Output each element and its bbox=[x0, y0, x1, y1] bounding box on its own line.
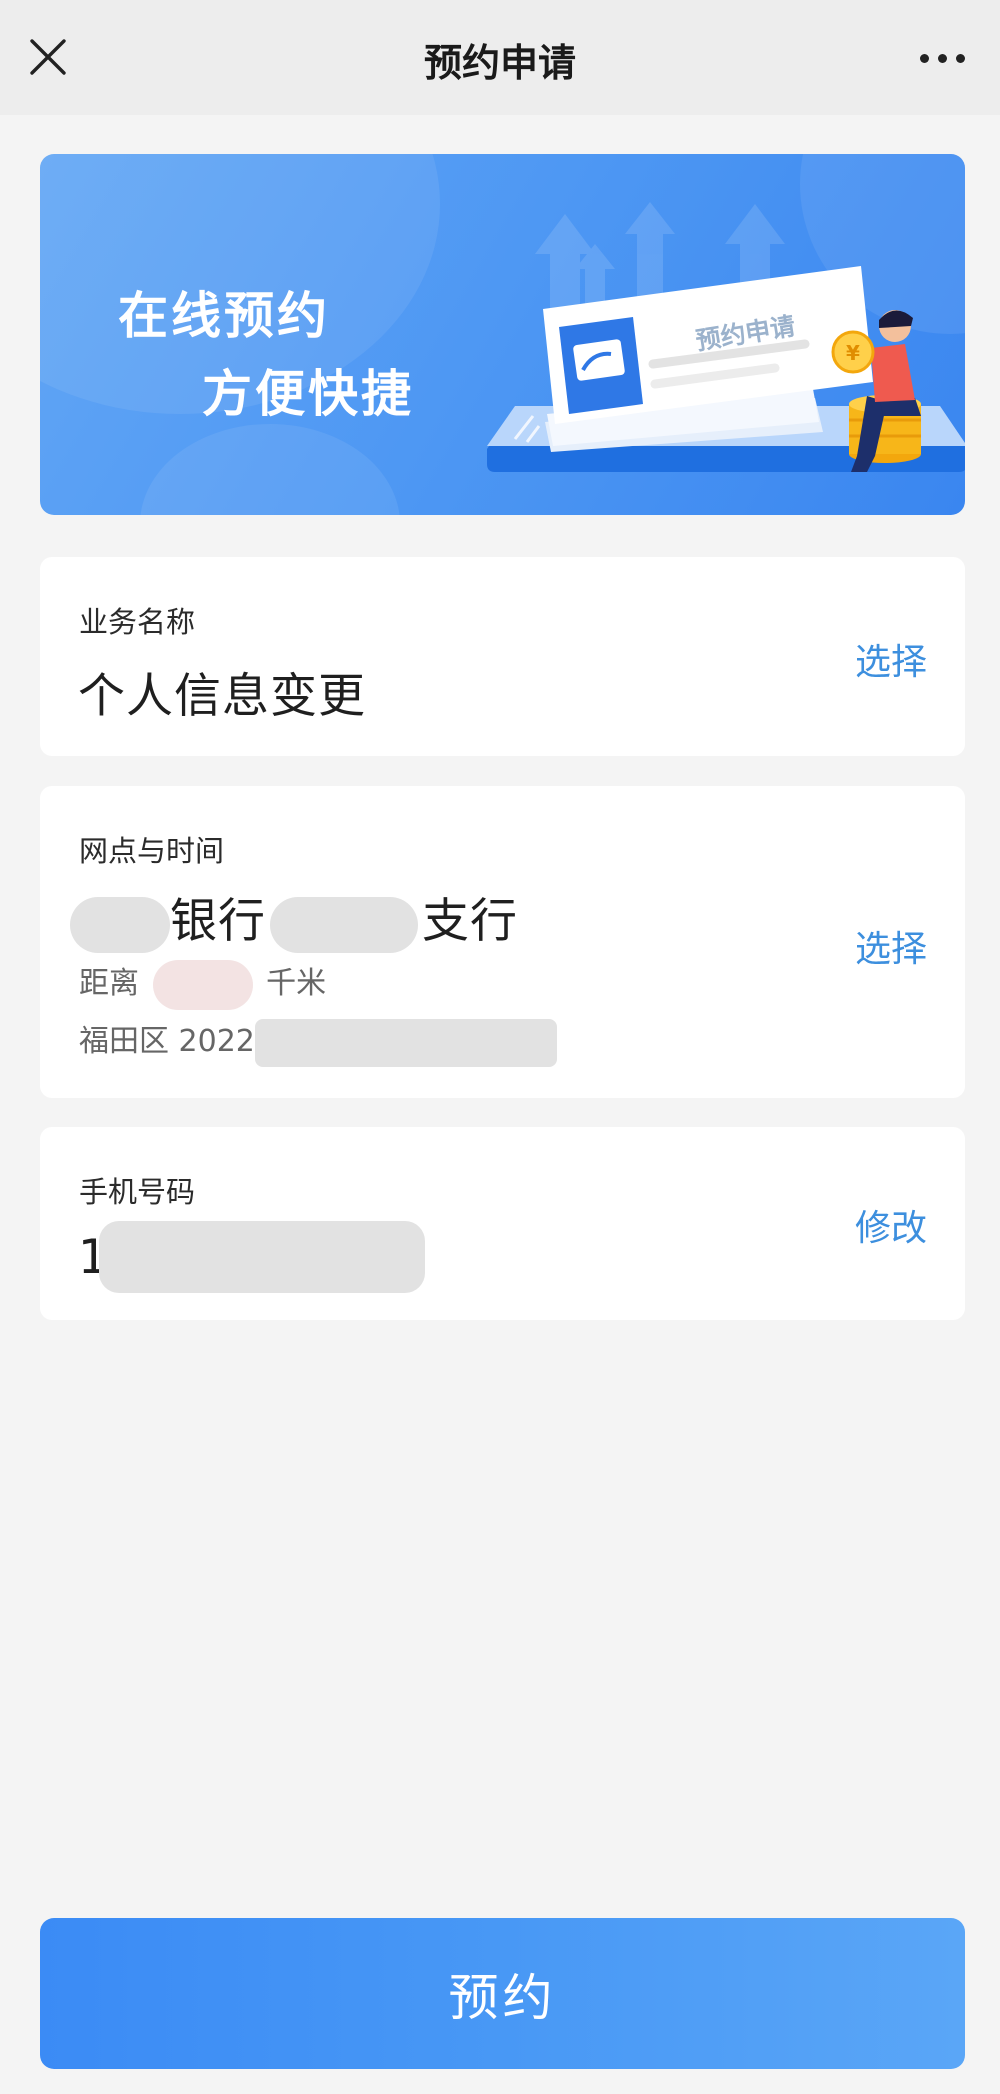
redacted-text bbox=[98, 1221, 425, 1293]
page-title: 预约申请 bbox=[423, 41, 576, 85]
coin-symbol: ¥ bbox=[846, 341, 860, 365]
branch-name: 银行 支行 bbox=[70, 882, 518, 953]
phone-value: 1 bbox=[78, 1221, 425, 1293]
business-select-button[interactable]: 选择 bbox=[855, 633, 927, 685]
submit-button[interactable]: 预约 bbox=[40, 1918, 965, 2069]
banner-slogan-line1: 在线预约 bbox=[118, 287, 330, 345]
redacted-text bbox=[254, 1018, 557, 1067]
promo-banner: 在线预约 方便快捷 ¥ 预约申请 bbox=[40, 154, 965, 515]
branch-name-part1: 银行 bbox=[170, 894, 266, 949]
address-prefix: 福田区 2022 bbox=[79, 1024, 255, 1059]
branch-distance: 距离 千米 bbox=[79, 958, 326, 1010]
business-value: 个人信息变更 bbox=[78, 669, 366, 724]
branch-card[interactable]: 网点与时间 银行 支行 距离 千米 福田区 2022 选择 bbox=[40, 786, 965, 1098]
phone-edit-button[interactable]: 修改 bbox=[855, 1199, 927, 1251]
distance-prefix: 距离 bbox=[79, 966, 139, 1001]
appointment-illustration: ¥ 预约申请 bbox=[475, 184, 965, 514]
business-card[interactable]: 业务名称 个人信息变更 选择 bbox=[40, 557, 965, 756]
branch-address: 福田区 2022 bbox=[79, 1016, 557, 1067]
distance-unit: 千米 bbox=[266, 966, 327, 1001]
banner-slogan-line2: 方便快捷 bbox=[202, 365, 414, 423]
business-label: 业务名称 bbox=[79, 605, 196, 639]
branch-select-button[interactable]: 选择 bbox=[855, 920, 927, 972]
redacted-text bbox=[70, 896, 170, 953]
phone-card[interactable]: 手机号码 1 修改 bbox=[40, 1127, 965, 1320]
branch-name-part2: 支行 bbox=[422, 894, 518, 949]
more-dot bbox=[937, 53, 947, 63]
title-bar: 预约申请 bbox=[0, 0, 1000, 115]
more-dot bbox=[955, 53, 965, 63]
banner-decoration bbox=[140, 424, 400, 515]
branch-label: 网点与时间 bbox=[79, 834, 225, 868]
more-button[interactable] bbox=[902, 30, 982, 86]
phone-label: 手机号码 bbox=[79, 1175, 196, 1209]
redacted-text bbox=[270, 896, 418, 953]
redacted-text bbox=[152, 959, 253, 1010]
more-dot bbox=[919, 53, 929, 63]
